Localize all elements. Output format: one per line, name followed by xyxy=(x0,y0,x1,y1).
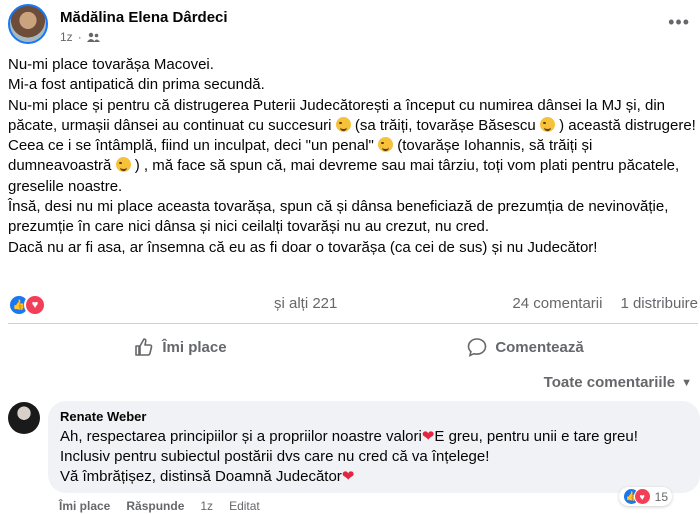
post-counts: 24 comentarii 1 distribuire xyxy=(512,295,698,312)
post-paragraph: Însă, desi nu mi place aceasta tovarășa,… xyxy=(8,198,669,236)
comment-like-button[interactable]: Îmi place xyxy=(59,499,110,513)
comment-actions: Îmi place Răspunde 1z Editat xyxy=(59,499,260,513)
comment-button[interactable]: Comentează xyxy=(353,332,698,362)
winking-emoji-icon xyxy=(115,157,131,173)
comment-bubble: Renate Weber Ah, respectarea principiilo… xyxy=(48,401,700,493)
post-paragraph: Nu-mi place tovarășa Macovei. xyxy=(8,56,214,73)
comment-text-segment: Ah, respectarea principiilor și a propri… xyxy=(60,428,422,445)
comment-reaction-count: 15 xyxy=(654,489,668,504)
winking-emoji-icon xyxy=(378,137,394,153)
like-label: Îmi place xyxy=(162,338,227,356)
comment-reactions[interactable]: 👍 ♥ 15 xyxy=(618,487,672,506)
shares-count[interactable]: 1 distribuire xyxy=(620,295,698,312)
post-paragraph: Dacă nu ar fi asa, ar însemna că eu as f… xyxy=(8,238,598,256)
post-paragraph: Mi-a fost antipatică din prima secundă. xyxy=(8,76,265,94)
divider xyxy=(8,323,698,324)
comment-author[interactable]: Renate Weber xyxy=(60,409,688,424)
author-avatar[interactable] xyxy=(8,4,48,44)
comment-edited: Editat xyxy=(229,499,260,513)
winking-emoji-icon xyxy=(335,116,351,132)
love-reaction-icon: ♥ xyxy=(633,488,651,505)
heart-emoji-icon: ❤ xyxy=(421,428,435,445)
post-paragraph: Nu-mi place și pentru că distrugerea Put… xyxy=(8,96,698,137)
comment-sort-dropdown[interactable]: Toate comentariile ▼ xyxy=(544,374,692,391)
comments-count[interactable]: 24 comentarii xyxy=(512,295,602,312)
reaction-icons[interactable]: 👍 ♥ xyxy=(8,294,46,316)
post-text-segment: (sa trăiți, tovarășe Băsescu xyxy=(350,116,540,134)
post-meta: 1z · xyxy=(60,30,100,44)
post-text-segment: ) această distrugere! xyxy=(554,116,696,134)
thumbs-up-icon xyxy=(135,338,153,356)
comment-icon xyxy=(468,338,487,357)
like-button[interactable]: Îmi place xyxy=(8,332,353,362)
post-text: Nu-mi place tovarășa Macovei. Mi-a fost … xyxy=(8,55,698,258)
heart-emoji-icon: ❤ xyxy=(341,468,355,485)
friends-icon xyxy=(86,32,100,42)
post-author[interactable]: Mădălina Elena Dârdeci xyxy=(60,9,228,26)
post-time[interactable]: 1z xyxy=(60,30,73,44)
comment-time[interactable]: 1z xyxy=(200,499,213,513)
reaction-summary[interactable]: și alți 221 xyxy=(274,295,337,312)
post-text-segment: Ceea ce i se întâmplă, fiind un inculpat… xyxy=(8,137,379,155)
separator-dot: · xyxy=(77,30,82,44)
chevron-down-icon: ▼ xyxy=(681,376,692,389)
comment-paragraph: Vă îmbrățișez, distinsă Doamnă Judecător… xyxy=(60,467,688,487)
winking-emoji-icon xyxy=(539,116,555,132)
post-actions: Îmi place Comentează xyxy=(8,332,698,362)
love-reaction-icon: ♥ xyxy=(24,294,46,316)
comment-reply-button[interactable]: Răspunde xyxy=(126,499,184,513)
reactions-bar: 👍 ♥ și alți 221 24 comentarii 1 distribu… xyxy=(8,293,698,316)
comment-label: Comentează xyxy=(495,338,584,356)
commenter-avatar[interactable] xyxy=(8,402,40,434)
comment-text-segment: Vă îmbrățișez, distinsă Doamnă Judecător xyxy=(60,468,342,485)
post-paragraph: Ceea ce i se întâmplă, fiind un inculpat… xyxy=(8,136,698,197)
sort-label: Toate comentariile xyxy=(543,374,676,391)
comment-paragraph: Ah, respectarea principiilor și a propri… xyxy=(60,427,688,467)
comment-text: Ah, respectarea principiilor și a propri… xyxy=(60,427,688,487)
post-header: Mădălina Elena Dârdeci 1z · ••• xyxy=(8,4,700,50)
more-icon[interactable]: ••• xyxy=(668,12,690,33)
